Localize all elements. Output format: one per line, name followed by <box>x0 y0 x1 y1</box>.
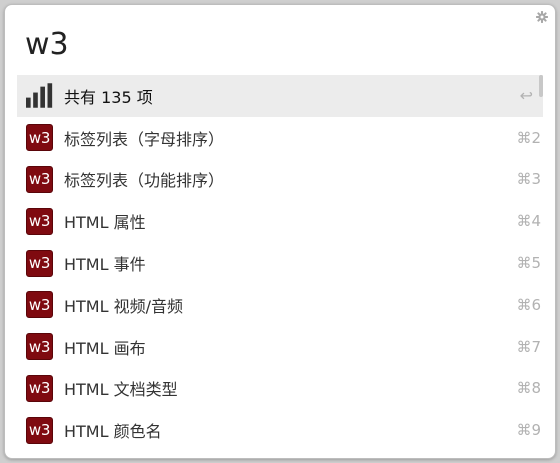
w3-icon: w3 <box>26 207 53 235</box>
launcher-window: 共有 135 项 ↩ w3 标签列表（字母排序） ⌘2 w3 标签列表（功能排序） ⌘3 w3 H… <box>4 4 556 459</box>
shortcut-hint: ⌘8 <box>516 379 541 398</box>
shortcut-hint: ⌘6 <box>516 295 541 314</box>
scrollbar[interactable] <box>539 75 543 97</box>
search-input[interactable] <box>19 19 539 69</box>
result-label: 标签列表（功能排序） <box>64 171 225 191</box>
shortcut-hint: ⌘9 <box>516 421 541 440</box>
return-key-hint: ↩ <box>519 86 533 106</box>
result-label: HTML 画布 <box>64 338 146 358</box>
result-label: 共有 135 项 <box>64 87 153 107</box>
result-row[interactable]: w3 标签列表（功能排序） ⌘3 <box>17 159 543 201</box>
shortcut-hint: ⌘2 <box>516 128 541 147</box>
shortcut-hint: ⌘5 <box>516 254 541 273</box>
w3-icon-text: w3 <box>28 379 51 398</box>
w3-icon: w3 <box>26 124 53 152</box>
w3-icon: w3 <box>26 291 53 319</box>
result-row[interactable]: w3 HTML 事件 ⌘5 <box>17 242 543 284</box>
w3-icon-text: w3 <box>28 337 51 356</box>
result-row[interactable]: w3 HTML 画布 ⌘7 <box>17 326 543 368</box>
result-row[interactable]: w3 HTML 视频/音频 ⌘6 <box>17 284 543 326</box>
bar-chart-icon <box>26 82 53 109</box>
result-row[interactable]: w3 HTML 文档类型 ⌘8 <box>17 368 543 410</box>
w3-icon-text: w3 <box>28 254 51 273</box>
w3-icon-text: w3 <box>28 128 51 147</box>
result-label: HTML 视频/音频 <box>64 296 184 316</box>
result-row[interactable]: 共有 135 项 ↩ <box>17 75 543 117</box>
result-row[interactable]: w3 HTML 属性 ⌘4 <box>17 200 543 242</box>
w3-icon-text: w3 <box>28 170 51 189</box>
w3-icon: w3 <box>26 249 53 277</box>
result-label: 标签列表（字母排序） <box>64 129 225 149</box>
w3-icon-text: w3 <box>28 212 51 231</box>
result-label: HTML 颜色名 <box>64 422 162 442</box>
results-list: 共有 135 项 ↩ w3 标签列表（字母排序） ⌘2 w3 标签列表（功能排序） ⌘3 w3 H… <box>17 75 543 458</box>
w3-icon: w3 <box>26 333 53 361</box>
w3-icon-text: w3 <box>28 295 51 314</box>
shortcut-hint: ⌘7 <box>516 337 541 356</box>
result-row[interactable]: w3 HTML 颜色名 ⌘9 <box>17 409 543 451</box>
w3-icon: w3 <box>26 374 53 402</box>
shortcut-hint: ⌘4 <box>516 212 541 231</box>
result-label: HTML 事件 <box>64 255 146 275</box>
result-row[interactable]: w3 标签列表（字母排序） ⌘2 <box>17 117 543 159</box>
result-label: HTML 文档类型 <box>64 380 178 400</box>
w3-icon: w3 <box>26 416 53 444</box>
shortcut-hint: ⌘3 <box>516 170 541 189</box>
w3-icon: w3 <box>26 165 53 193</box>
w3-icon-text: w3 <box>28 421 51 440</box>
result-label: HTML 属性 <box>64 213 146 233</box>
